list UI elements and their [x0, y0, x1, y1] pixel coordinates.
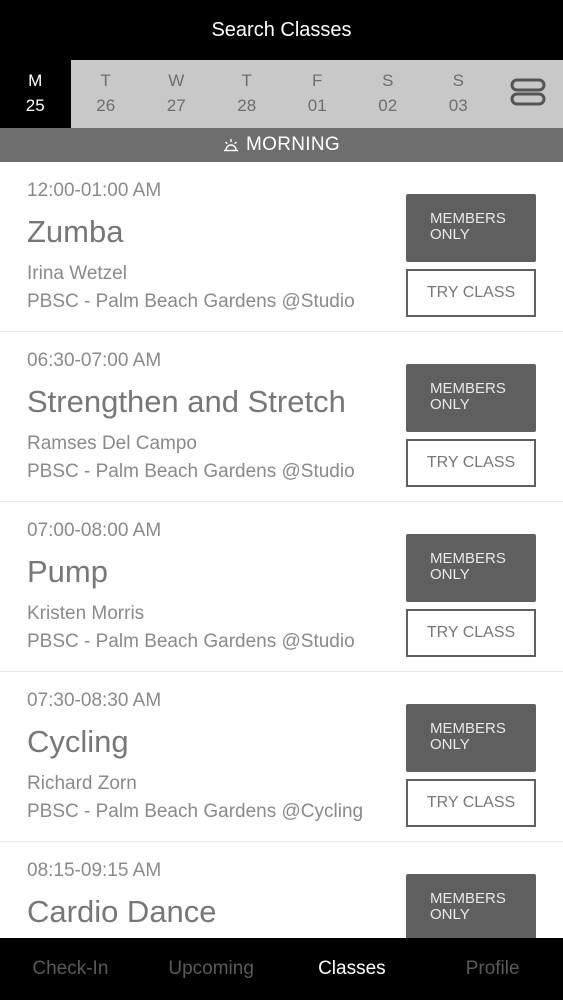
day-item[interactable]: T 28: [212, 60, 283, 128]
class-instructor: Ramses Del Campo: [27, 433, 197, 454]
class-time: 12:00-01:00 AM: [27, 180, 162, 201]
class-instructor: Kristen Morris: [27, 603, 145, 624]
class-time: 07:00-08:00 AM: [27, 520, 162, 541]
page-title: Search Classes: [211, 18, 352, 41]
members-only-button[interactable]: MEMBERS ONLY: [406, 364, 536, 432]
members-only-button[interactable]: MEMBERS ONLY: [406, 534, 536, 602]
section-header: MORNING: [0, 128, 563, 162]
tab-upcoming[interactable]: Upcoming: [141, 938, 282, 1000]
day-item[interactable]: W 27: [141, 60, 212, 128]
day-number: 25: [25, 96, 45, 115]
members-only-button[interactable]: MEMBERS ONLY: [406, 874, 536, 938]
class-name: Zumba: [27, 214, 124, 249]
class-name: Strengthen and Stretch: [27, 384, 346, 419]
day-number: 01: [307, 96, 327, 115]
day-of-week: F: [312, 71, 323, 90]
day-of-week: T: [241, 71, 252, 90]
class-time: 08:15-09:15 AM: [27, 860, 162, 881]
try-class-button[interactable]: TRY CLASS: [406, 439, 536, 487]
day-of-week: W: [168, 71, 185, 90]
day-item[interactable]: T 26: [71, 60, 142, 128]
class-name: Pump: [27, 554, 108, 589]
class-row[interactable]: 07:00-08:00 AM Pump Kristen Morris PBSC …: [0, 502, 563, 672]
day-of-week: T: [100, 71, 111, 90]
class-location: PBSC - Palm Beach Gardens @Studio: [27, 631, 355, 652]
class-instructor: Richard Zorn: [27, 773, 137, 794]
class-row[interactable]: 12:00-01:00 AM Zumba Irina Wetzel PBSC -…: [0, 162, 563, 332]
class-location: PBSC - Palm Beach Gardens @Studio: [27, 461, 355, 482]
day-item[interactable]: S 03: [423, 60, 494, 128]
members-only-button[interactable]: MEMBERS ONLY: [406, 194, 536, 262]
class-list[interactable]: 12:00-01:00 AM Zumba Irina Wetzel PBSC -…: [0, 162, 563, 938]
try-class-button[interactable]: TRY CLASS: [406, 269, 536, 317]
day-of-week: M: [28, 71, 43, 90]
day-number: 26: [96, 96, 116, 115]
class-time: 06:30-07:00 AM: [27, 350, 162, 371]
class-row[interactable]: 08:15-09:15 AM Cardio Dance MEMBERS ONLY: [0, 842, 563, 938]
tab-check-in[interactable]: Check-In: [0, 938, 141, 1000]
class-location: PBSC - Palm Beach Gardens @Cycling: [27, 801, 364, 822]
class-row[interactable]: 06:30-07:00 AM Strengthen and Stretch Ra…: [0, 332, 563, 502]
header-bar: Search Classes: [0, 0, 563, 60]
class-location: PBSC - Palm Beach Gardens @Studio: [27, 291, 355, 312]
day-number: 28: [237, 96, 257, 115]
bottom-tab-bar: Check-In Upcoming Classes Profile: [0, 938, 563, 1000]
try-class-button[interactable]: TRY CLASS: [406, 779, 536, 827]
day-selector: M 25 T 26 W 27 T 28 F 01 S 02 S 03: [0, 60, 563, 128]
class-name: Cardio Dance: [27, 894, 217, 929]
tab-profile[interactable]: Profile: [422, 938, 563, 1000]
section-label: MORNING: [246, 134, 340, 155]
class-name: Cycling: [27, 724, 129, 759]
day-item[interactable]: M 25: [0, 60, 71, 128]
day-number: 27: [166, 96, 186, 115]
sun-icon: [223, 138, 239, 152]
day-of-week: S: [452, 71, 464, 90]
members-only-button[interactable]: MEMBERS ONLY: [406, 704, 536, 772]
day-item[interactable]: F 01: [282, 60, 353, 128]
list-toggle-icon: [510, 78, 546, 111]
day-number: 03: [448, 96, 468, 115]
class-time: 07:30-08:30 AM: [27, 690, 162, 711]
day-number: 02: [378, 96, 398, 115]
day-item[interactable]: S 02: [353, 60, 424, 128]
day-of-week: S: [382, 71, 394, 90]
tab-classes[interactable]: Classes: [282, 938, 423, 1000]
class-instructor: Irina Wetzel: [27, 263, 127, 284]
try-class-button[interactable]: TRY CLASS: [406, 609, 536, 657]
view-toggle-button[interactable]: [494, 60, 563, 128]
class-row[interactable]: 07:30-08:30 AM Cycling Richard Zorn PBSC…: [0, 672, 563, 842]
